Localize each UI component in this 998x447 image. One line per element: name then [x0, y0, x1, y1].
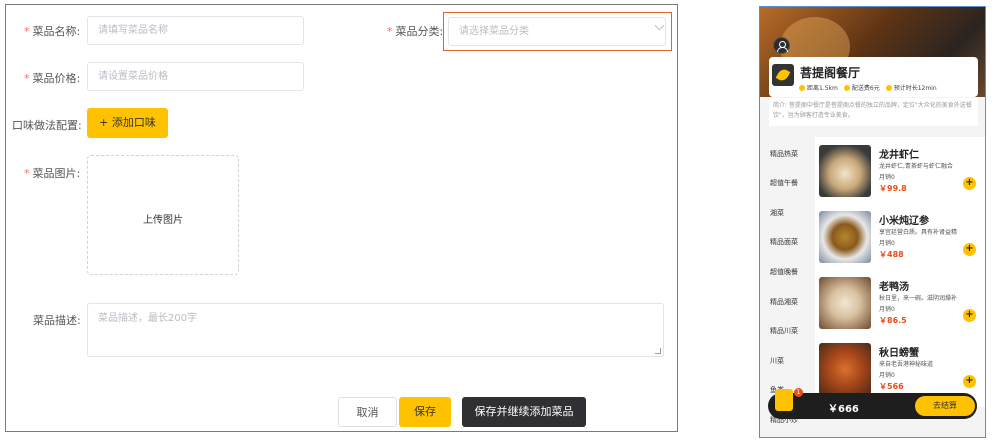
- save-and-continue-button[interactable]: 保存并继续添加菜品: [462, 397, 586, 427]
- dish-sales: 月销0: [879, 240, 895, 247]
- category-select[interactable]: 请选择菜品分类: [448, 17, 666, 46]
- name-input[interactable]: 请填写菜品名称: [87, 16, 304, 45]
- dish-form-panel: * 菜品名称: 请填写菜品名称 * 菜品分类: 请选择菜品分类 * 菜品价格: 请设置…: [5, 4, 678, 432]
- cart-count-badge: 1: [794, 388, 803, 397]
- save-button[interactable]: 保存: [399, 397, 451, 427]
- shop-logo-icon: [772, 64, 794, 86]
- price-input[interactable]: 请设置菜品价格: [87, 62, 304, 91]
- dish-price: ￥488: [879, 250, 904, 259]
- cancel-button[interactable]: 取消: [338, 397, 397, 427]
- shop-intro: 简介: 菩提阁中餐厅是菩提阁点餐的独立的品牌，定位"大众化的美食外送餐饮"，旨为…: [769, 98, 978, 126]
- dish-desc: 秋日里，来一碗。滋阴润燥补: [879, 295, 958, 302]
- dish-desc: 来自老吾港神秘味道: [879, 361, 934, 368]
- image-upload-area[interactable]: 上传图片: [87, 155, 239, 275]
- dish-name: 老鸭汤: [879, 282, 909, 293]
- cart-icon[interactable]: [775, 389, 793, 411]
- desc-label: 菜品描述:: [33, 314, 81, 327]
- dish-price: ￥99.8: [879, 184, 907, 193]
- dish-name: 小米炖辽参: [879, 216, 929, 227]
- clock-icon: [885, 85, 892, 91]
- name-label: * 菜品名称:: [24, 25, 81, 38]
- list-item[interactable]: 老鸭汤 秋日里，来一碗。滋阴润燥补 月销0 ￥86.5 +: [819, 273, 985, 333]
- category-label: * 菜品分类:: [387, 25, 444, 38]
- dish-sales: 月销0: [879, 372, 895, 379]
- dish-sales: 月销0: [879, 306, 895, 313]
- shop-meta: 距离1.5km 配送费6元 预计时长12min: [799, 83, 937, 92]
- dish-sales: 月销0: [879, 174, 895, 181]
- list-item[interactable]: 小米炖辽参 享宫廷营白质。具有补肾益精 月销0 ￥488 +: [819, 207, 985, 267]
- category-item[interactable]: 湘菜: [770, 208, 784, 218]
- image-label: * 菜品图片:: [24, 167, 81, 180]
- list-item[interactable]: 龙井虾仁 龙井虾仁,青茶虾与虾仁融合 月销0 ￥99.8 +: [819, 141, 985, 201]
- resize-handle-icon[interactable]: [655, 348, 661, 354]
- dish-image: [819, 277, 871, 329]
- shop-info-card: 菩提阁餐厅 距离1.5km 配送费6元 预计时长12min: [769, 57, 978, 97]
- cart-total: ￥666: [828, 404, 859, 415]
- list-item[interactable]: 秋日螃蟹 来自老吾港神秘味道 月销0 ￥566 +: [819, 339, 985, 399]
- add-to-cart-button[interactable]: +: [963, 309, 976, 322]
- dish-desc: 享宫廷营白质。具有补肾益精: [879, 229, 958, 236]
- category-item[interactable]: 精品川菜: [770, 326, 798, 336]
- add-to-cart-button[interactable]: +: [963, 177, 976, 190]
- location-icon: [799, 85, 805, 91]
- category-item[interactable]: 精品湘菜: [770, 297, 798, 307]
- dish-image: [819, 343, 871, 395]
- dish-image: [819, 145, 871, 197]
- dish-list: 龙井虾仁 龙井虾仁,青茶虾与虾仁融合 月销0 ￥99.8 + 小米炖辽参 享宫廷…: [815, 137, 985, 407]
- cart-bar[interactable]: 1 ￥666 去结算: [768, 388, 977, 419]
- flavor-label: 口味做法配置:: [12, 119, 82, 132]
- add-flavor-button[interactable]: + 添加口味: [87, 108, 168, 138]
- category-item[interactable]: 精品面菜: [770, 237, 798, 247]
- checkout-button[interactable]: 去结算: [915, 396, 975, 416]
- user-icon[interactable]: [773, 37, 790, 54]
- dish-price: ￥566: [879, 382, 904, 391]
- add-to-cart-button[interactable]: +: [963, 243, 976, 256]
- description-textarea[interactable]: 菜品描述，最长200字: [87, 303, 664, 357]
- dish-image: [819, 211, 871, 263]
- upload-text: 上传图片: [143, 215, 183, 226]
- dish-name: 龙井虾仁: [879, 150, 919, 161]
- price-label: * 菜品价格:: [24, 72, 81, 85]
- category-item[interactable]: 超值晚餐: [770, 267, 798, 277]
- add-to-cart-button[interactable]: +: [963, 375, 976, 388]
- dish-name: 秋日螃蟹: [879, 348, 919, 359]
- category-item[interactable]: 精品热菜: [770, 149, 798, 159]
- shop-name: 菩提阁餐厅: [800, 66, 861, 80]
- dish-desc: 龙井虾仁,青茶虾与虾仁融合: [879, 163, 953, 170]
- mobile-preview: 菩提阁餐厅 距离1.5km 配送费6元 预计时长12min 简介: 菩提阁中餐厅…: [759, 6, 986, 438]
- category-item[interactable]: 超值午餐: [770, 178, 798, 188]
- dish-price: ￥86.5: [879, 316, 907, 325]
- category-item[interactable]: 川菜: [770, 356, 784, 366]
- delivery-icon: [843, 85, 850, 91]
- category-select-focus[interactable]: 请选择菜品分类: [443, 12, 672, 51]
